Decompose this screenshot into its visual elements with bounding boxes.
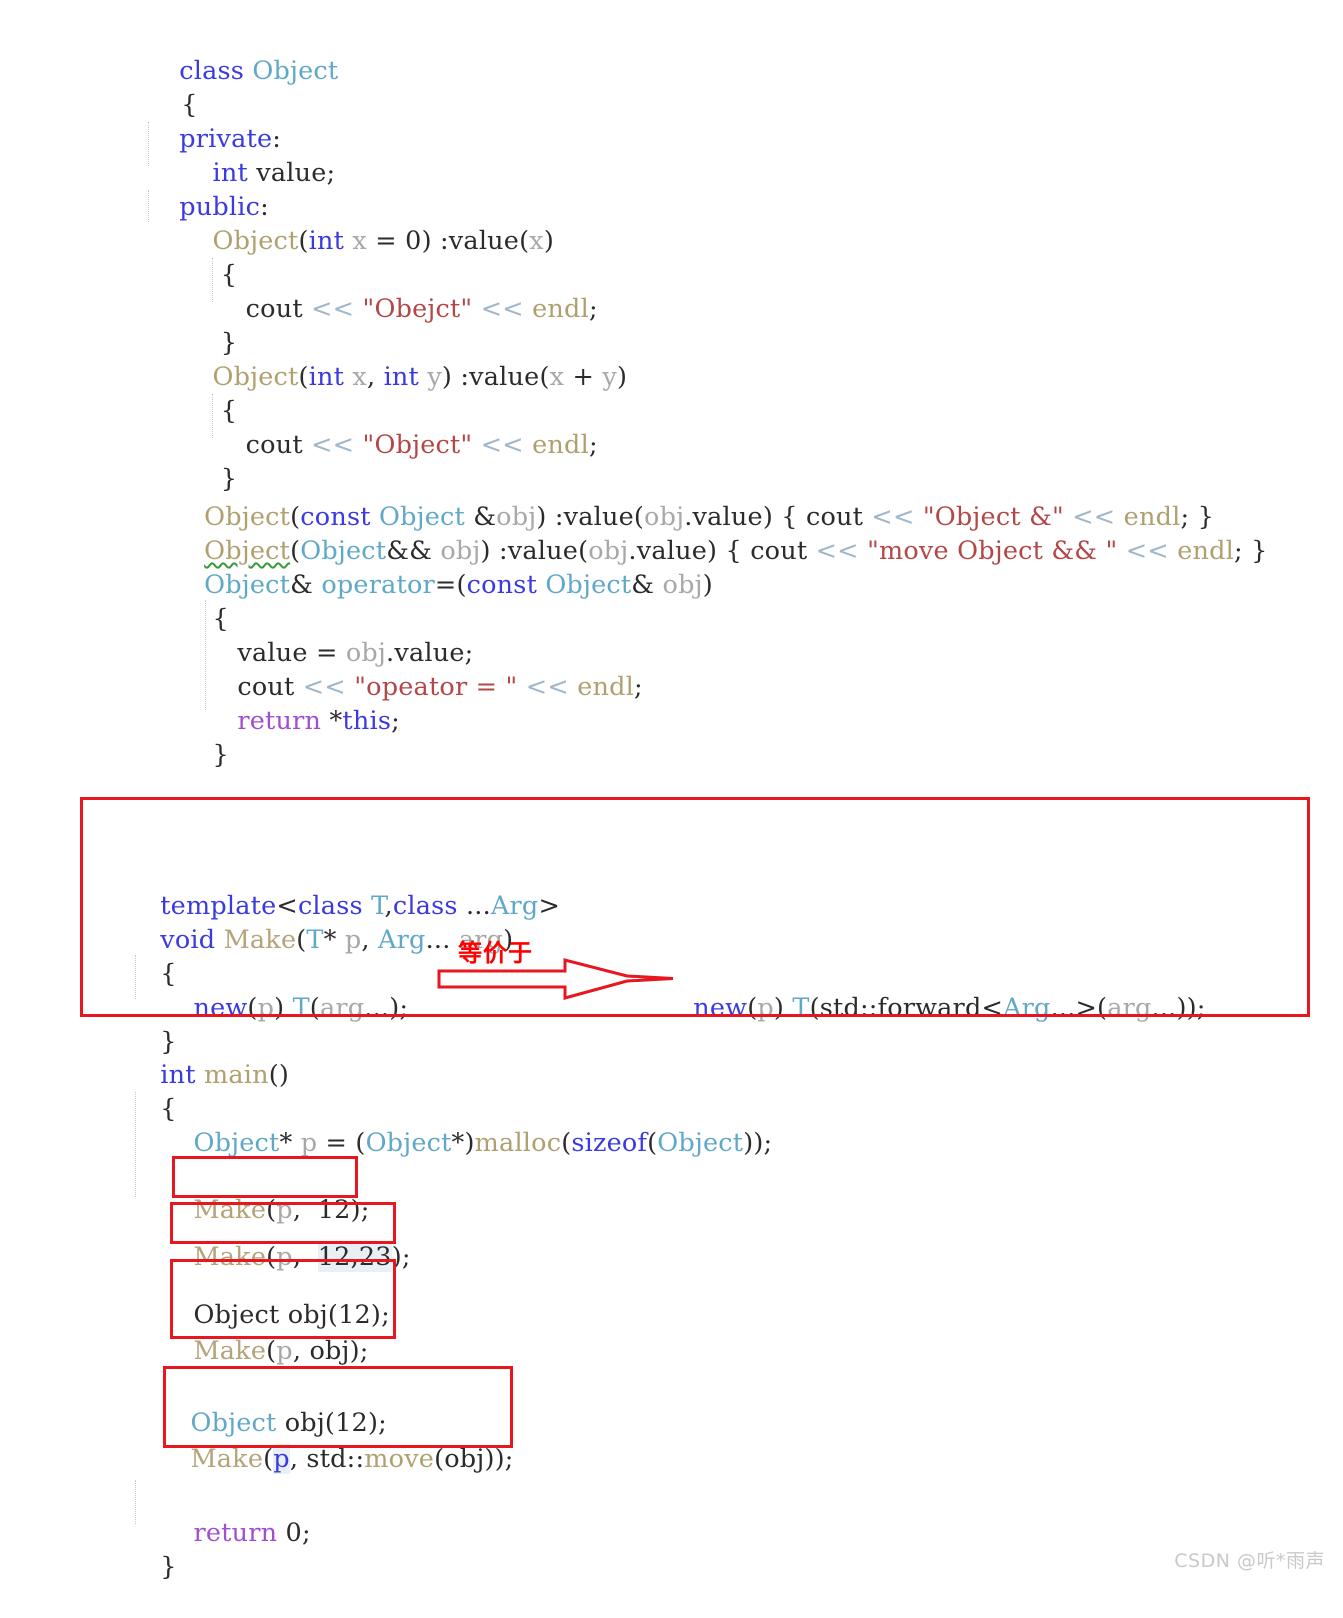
- code-canvas: class Object { private: int value; publi…: [0, 0, 1343, 1585]
- equivalence-arrow-icon: [437, 958, 674, 1000]
- code-line-main-close: }: [160, 1552, 177, 1582]
- code-line-assign-close: }: [179, 740, 229, 770]
- code-line-equivalent-forward: new(p) T(std::forward<Arg...>(arg...));: [693, 993, 1206, 1023]
- csdn-watermark: CSDN @听*雨声: [1174, 1550, 1325, 1572]
